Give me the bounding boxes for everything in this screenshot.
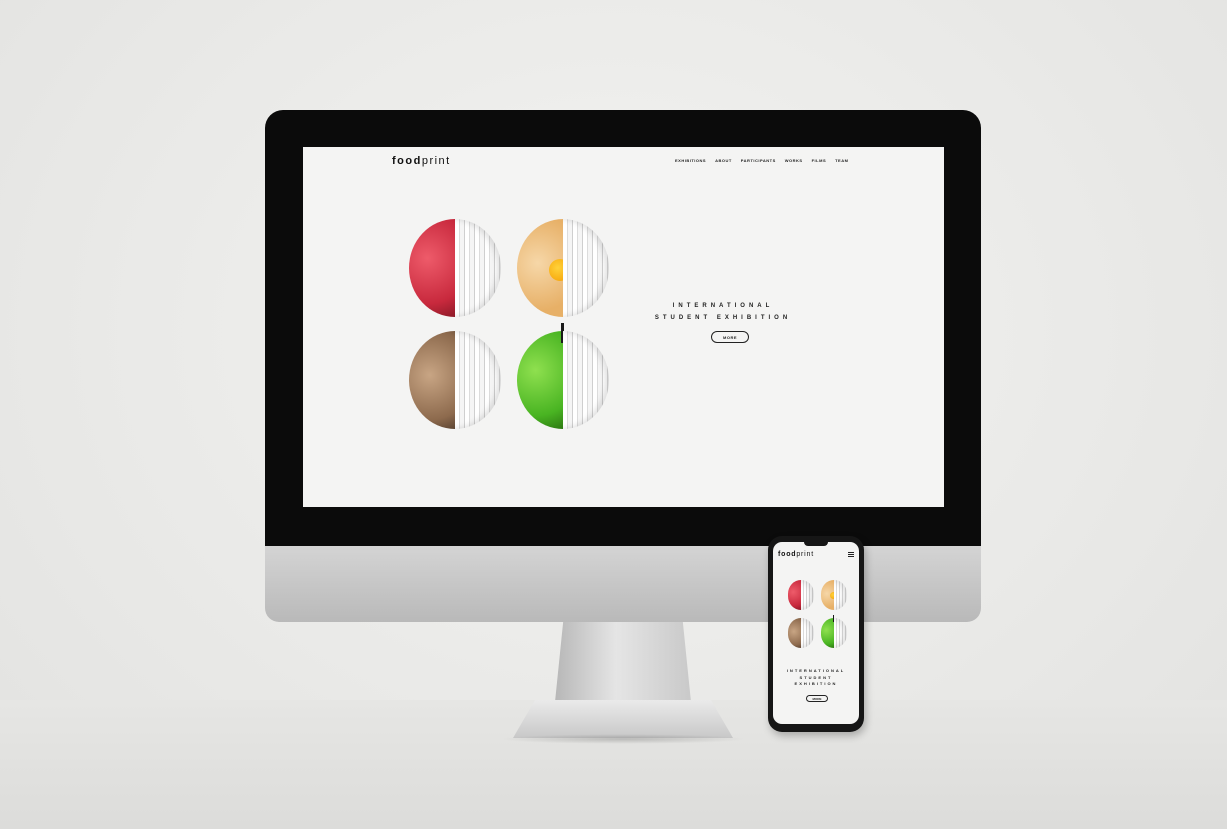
paper-half [563, 331, 609, 429]
mobile-hero-title: INTERNATIONAL STUDENT EXHIBITION [786, 668, 846, 686]
paper-half [455, 219, 501, 317]
smartphone: foodprint INTERNATIONAL STUDENT EXHIBITI… [768, 536, 864, 732]
menu-line [848, 552, 854, 553]
egg-artwork [517, 219, 609, 317]
site-logo[interactable]: foodprint [392, 155, 451, 167]
main-nav: EXHIBITIONS ABOUT PARTICIPANTS WORKS FIL… [675, 158, 848, 163]
walnut-artwork [788, 618, 814, 648]
nav-item-participants[interactable]: PARTICIPANTS [741, 158, 776, 163]
nav-item-about[interactable]: ABOUT [715, 158, 732, 163]
logo-light: print [421, 155, 451, 167]
menu-line [848, 556, 854, 557]
paper-half [801, 580, 814, 610]
mobile-artwork-grid [788, 580, 848, 652]
egg-artwork [821, 580, 847, 610]
nav-item-team[interactable]: TEAM [835, 158, 848, 163]
paper-half [834, 618, 847, 648]
nav-item-exhibitions[interactable]: EXHIBITIONS [675, 158, 706, 163]
imac-stand-foot [513, 700, 733, 738]
imac-chin [265, 546, 981, 622]
logo-bold: food [778, 551, 797, 558]
artwork-grid [409, 219, 609, 429]
logo-bold: food [392, 155, 422, 167]
menu-line [848, 554, 854, 555]
hero-title: INTERNATIONAL STUDENT EXHIBITION [654, 303, 792, 321]
lychee-skin-half [409, 219, 455, 317]
lychee-skin-half [788, 580, 801, 610]
imac-stand-neck [555, 622, 691, 702]
mobile-more-button[interactable]: MORE [806, 695, 828, 702]
mobile-site-logo[interactable]: foodprint [778, 551, 814, 558]
more-button[interactable]: MORE [711, 331, 749, 343]
paper-half [834, 580, 847, 610]
device-mockup-scene: foodprint EXHIBITIONS ABOUT PARTICIPANTS… [0, 0, 1227, 829]
paper-half [563, 219, 609, 317]
nav-item-works[interactable]: WORKS [785, 158, 803, 163]
apple-artwork [517, 323, 609, 429]
lychee-artwork [409, 219, 501, 317]
stand-shadow [500, 734, 746, 744]
paper-half [801, 618, 814, 648]
walnut-shell-half [409, 331, 455, 429]
walnut-artwork [409, 331, 501, 429]
paper-half [455, 331, 501, 429]
nav-item-films[interactable]: FILMS [812, 158, 827, 163]
hamburger-icon[interactable] [848, 552, 854, 557]
logo-light: print [796, 551, 814, 558]
phone-notch [804, 542, 828, 546]
mobile-website: foodprint INTERNATIONAL STUDENT EXHIBITI… [773, 542, 859, 724]
apple-half [821, 618, 834, 648]
desktop-website: foodprint EXHIBITIONS ABOUT PARTICIPANTS… [303, 147, 944, 507]
apple-half [517, 331, 563, 429]
lychee-artwork [788, 580, 814, 610]
walnut-shell-half [788, 618, 801, 648]
apple-artwork [821, 615, 847, 648]
